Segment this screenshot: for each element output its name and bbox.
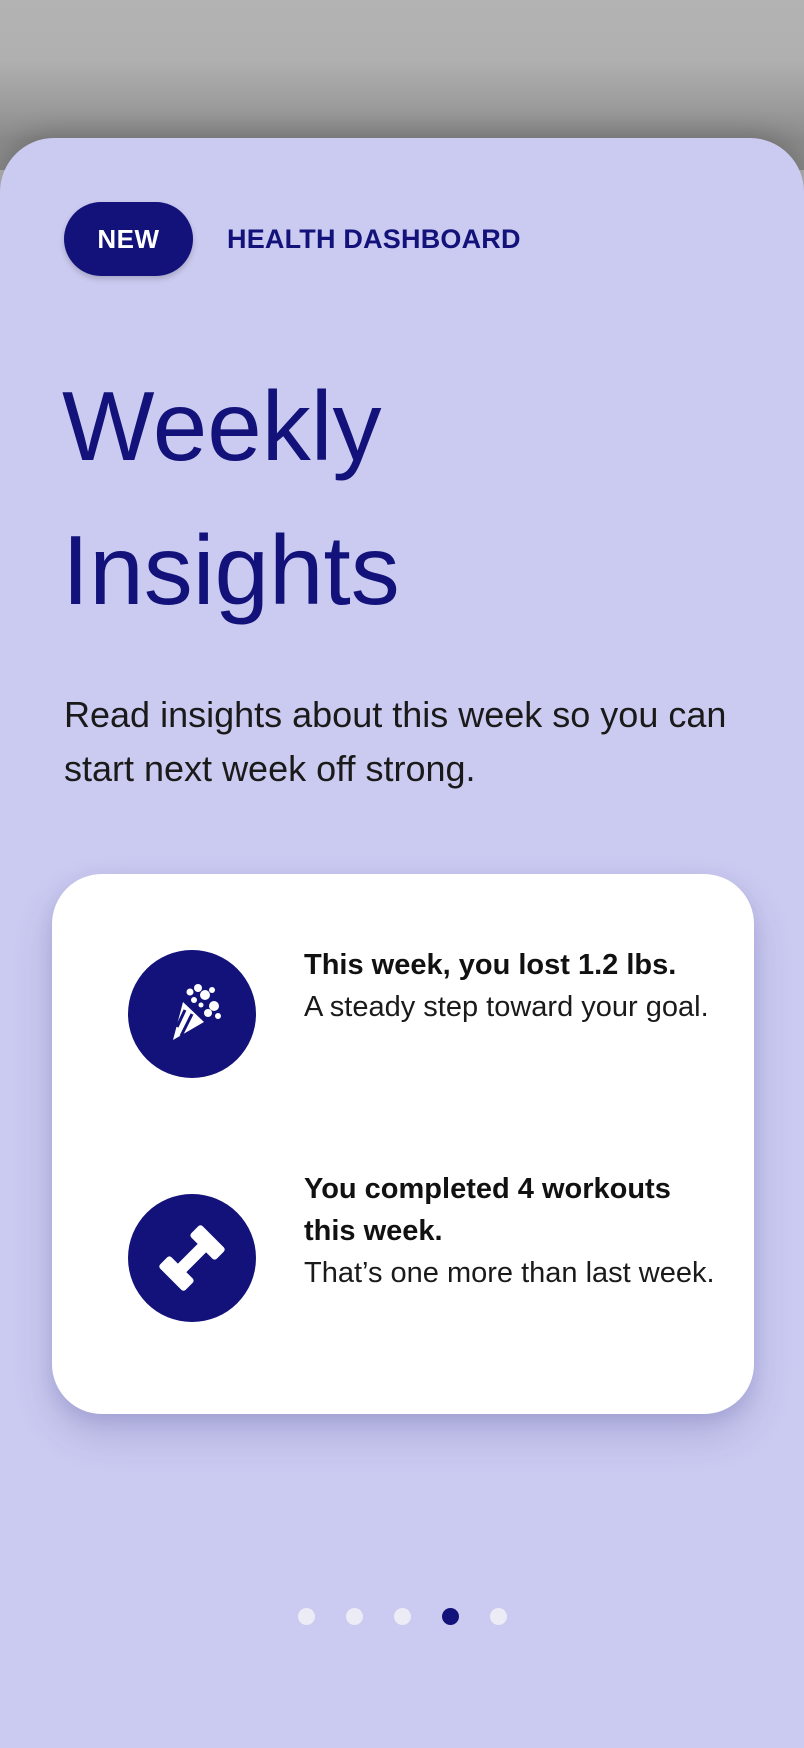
page-dot-2[interactable]	[346, 1608, 363, 1625]
party-popper-icon	[128, 950, 256, 1078]
page-title: Weekly Insights	[62, 354, 702, 642]
insight-headline: This week, you lost 1.2 lbs.	[304, 949, 677, 981]
insight-weight-text: This week, you lost 1.2 lbs. A steady st…	[304, 944, 724, 1028]
new-badge: NEW	[64, 202, 193, 276]
dumbbell-icon	[128, 1194, 256, 1322]
onboarding-sheet: NEW HEALTH DASHBOARD Weekly Insights Rea…	[0, 138, 804, 1748]
insight-body: A steady step toward your goal.	[304, 991, 709, 1023]
page-dot-5[interactable]	[490, 1608, 507, 1625]
page-dot-4-active[interactable]	[442, 1608, 459, 1625]
insight-body: That’s one more than last week.	[304, 1257, 715, 1289]
eyebrow-label: HEALTH DASHBOARD	[227, 224, 521, 254]
insight-headline: You completed 4 workouts this week.	[304, 1173, 671, 1247]
pagination-dots	[0, 1608, 804, 1628]
insights-card: This week, you lost 1.2 lbs. A steady st…	[52, 874, 754, 1414]
title-line-1: Weekly	[62, 371, 382, 481]
page-dot-1[interactable]	[298, 1608, 315, 1625]
title-line-2: Insights	[62, 515, 400, 625]
page-subtitle: Read insights about this week so you can…	[64, 694, 727, 789]
insight-workouts-text: You completed 4 workouts this week. That…	[304, 1168, 724, 1294]
page-dot-3[interactable]	[394, 1608, 411, 1625]
